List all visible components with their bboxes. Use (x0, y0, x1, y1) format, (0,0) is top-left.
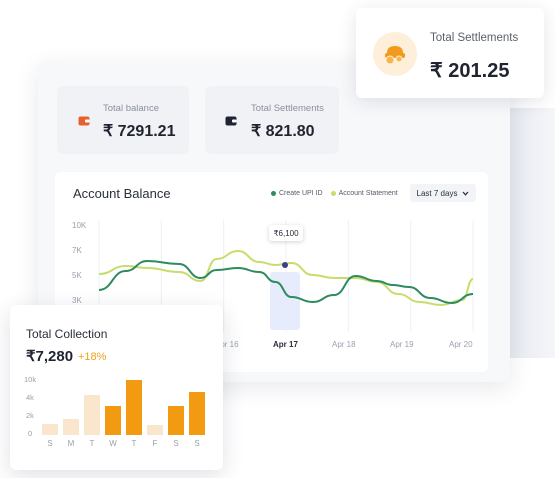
bar-x-tick: W (109, 439, 117, 448)
bar-x-tick: S (194, 439, 200, 448)
wallet-icon (76, 113, 92, 129)
total-settlements-summary-card[interactable]: Total Settlements ₹ 201.25 (356, 8, 544, 98)
x-tick-active: Apr 17 (273, 340, 298, 349)
top-settlements-label: Total Settlements (430, 32, 519, 44)
collection-bar[interactable] (105, 406, 121, 435)
bar-x-tick: M (67, 439, 75, 448)
collection-bar[interactable] (126, 380, 142, 435)
total-collection-card[interactable]: Total Collection ₹7,280 +18% 10k 4k 2k 0… (10, 305, 223, 470)
x-tick: Apr 19 (390, 340, 414, 349)
total-settlements-value: ₹ 821.80 (251, 123, 315, 140)
total-balance-card[interactable]: Total balance ₹ 7291.21 (57, 86, 189, 154)
background-panel-shadow (505, 108, 555, 358)
bar-x-tick: T (89, 439, 95, 448)
bar-x-tick: S (47, 439, 53, 448)
collection-bar[interactable] (168, 406, 184, 435)
top-settlements-value: ₹ 201.25 (430, 60, 510, 82)
wallet-icon (223, 113, 239, 129)
bar-x-tick: S (173, 439, 179, 448)
x-tick: Apr 18 (332, 340, 356, 349)
highlight-point[interactable] (282, 262, 288, 268)
total-settlements-label: Total Settlements (251, 103, 324, 114)
collection-bar[interactable] (147, 425, 163, 435)
collection-bar[interactable] (42, 424, 58, 435)
collection-bar[interactable] (84, 395, 100, 435)
bar-x-tick: F (152, 439, 158, 448)
bar-x-tick: T (131, 439, 137, 448)
x-tick: Apr 20 (449, 340, 473, 349)
total-balance-label: Total balance (103, 103, 159, 114)
highlight-column (270, 272, 300, 330)
coin-stack-icon (373, 32, 417, 76)
chart-tooltip: ₹6,100 (269, 225, 303, 241)
collection-bar[interactable] (63, 419, 79, 435)
total-settlements-card[interactable]: Total Settlements ₹ 821.80 (205, 86, 339, 154)
collection-bar[interactable] (189, 392, 205, 435)
total-balance-value: ₹ 7291.21 (103, 123, 176, 140)
